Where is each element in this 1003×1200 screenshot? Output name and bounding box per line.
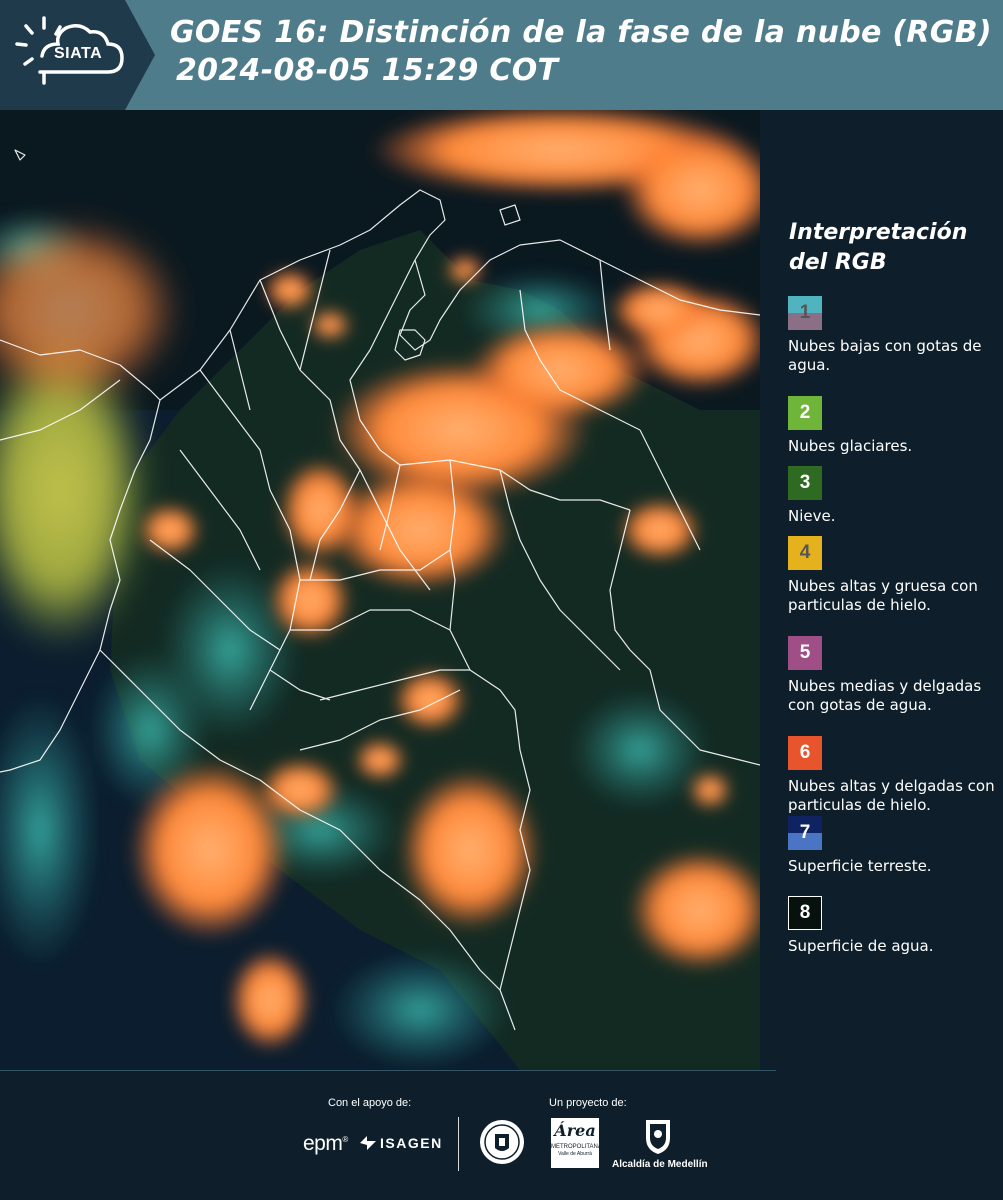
legend-label: Nubes altas y gruesa con particulas de h…	[788, 577, 978, 614]
logo-text: SIATA	[54, 45, 103, 62]
legend-label: Nubes bajas con gotas de agua.	[788, 337, 982, 374]
legend-swatch: 1	[788, 296, 822, 330]
legend-panel: Interpretación del RGB 1 Nubes bajas con …	[770, 110, 1000, 1070]
legend-item: 3 Nieve.	[788, 466, 998, 526]
footer-divider	[0, 1070, 776, 1071]
legend-swatch: 2	[788, 396, 822, 430]
legend-label: Superficie terreste.	[788, 857, 932, 875]
header-bar: SIATA GOES 16: Distinción de la fase de …	[0, 0, 1003, 110]
isagen-logo-text: ISAGEN	[380, 1135, 443, 1151]
footer-vertical-divider	[458, 1117, 459, 1171]
legend-item: 7 Superficie terreste.	[788, 816, 998, 876]
legend-item: 5 Nubes medias y delgadas con gotas de ag…	[788, 636, 998, 715]
area-metropolitana-logo[interactable]: Área METROPOLITANA Valle de Aburrá	[551, 1118, 602, 1168]
area-logo-text: Área	[554, 1121, 596, 1140]
legend-swatch-number: 8	[799, 902, 811, 923]
seal-icon	[480, 1120, 524, 1164]
legend-label: Nubes medias y delgadas con gotas de agu…	[788, 677, 982, 714]
area-logo-subtext: METROPOLITANA	[551, 1144, 602, 1150]
legend-swatch: 6	[788, 736, 822, 770]
legend-item: 8 Superficie de agua.	[788, 896, 998, 956]
title-line-1: GOES 16: Distinción de la fase de la nub…	[170, 15, 992, 50]
legend-item: 1 Nubes bajas con gotas de agua.	[788, 296, 998, 375]
project-label: Un proyecto de:	[549, 1097, 627, 1109]
legend-swatch-number: 4	[799, 542, 811, 563]
legend-swatch-number: 6	[799, 742, 811, 763]
legend-swatch-number: 2	[799, 402, 811, 423]
legend-title: Interpretación del RGB	[789, 220, 968, 275]
legend-swatch: 3	[788, 466, 822, 500]
legend-swatch: 5	[788, 636, 822, 670]
satellite-image	[0, 110, 760, 1070]
footer: Con el apoyo de: Un proyecto de: epm® IS…	[0, 1070, 1003, 1200]
satellite-map[interactable]	[0, 110, 760, 1070]
page-title: GOES 16: Distinción de la fase de la nub…	[170, 14, 992, 90]
title-line-2: 2024-08-05 15:29 COT	[176, 53, 559, 88]
legend-swatch-number: 5	[799, 642, 811, 663]
support-label: Con el apoyo de:	[328, 1097, 412, 1109]
isagen-icon	[360, 1136, 376, 1150]
legend-label: Superficie de agua.	[788, 937, 934, 955]
university-seal-logo[interactable]	[478, 1118, 526, 1171]
area-logo-subtext2: Valle de Aburrá	[558, 1151, 592, 1157]
legend-swatch: 4	[788, 536, 822, 570]
legend-swatch-number: 1	[799, 302, 811, 323]
shield-icon	[646, 1120, 670, 1154]
legend-item: 6 Nubes altas y delgadas con particulas d…	[788, 736, 998, 815]
legend-label: Nubes glaciares.	[788, 437, 913, 455]
legend-swatch-number: 3	[799, 472, 811, 493]
legend-item: 4 Nubes altas y gruesa con particulas de …	[788, 536, 998, 615]
legend-label: Nubes altas y delgadas con particulas de…	[788, 777, 995, 814]
isagen-logo[interactable]: ISAGEN	[358, 1134, 443, 1152]
legend-label: Nieve.	[788, 507, 836, 525]
epm-logo[interactable]: epm®	[303, 1132, 348, 1156]
alcaldia-shield-logo[interactable]	[643, 1116, 673, 1161]
epm-logo-text: epm	[303, 1132, 343, 1155]
legend-swatch: 8	[788, 896, 822, 930]
alcaldia-text: Alcaldía de Medellín	[612, 1159, 708, 1170]
legend-item: 2 Nubes glaciares.	[788, 396, 998, 456]
legend-swatch-number: 7	[799, 822, 811, 843]
siata-logo[interactable]: SIATA	[0, 0, 155, 110]
legend-swatch: 7	[788, 816, 822, 850]
